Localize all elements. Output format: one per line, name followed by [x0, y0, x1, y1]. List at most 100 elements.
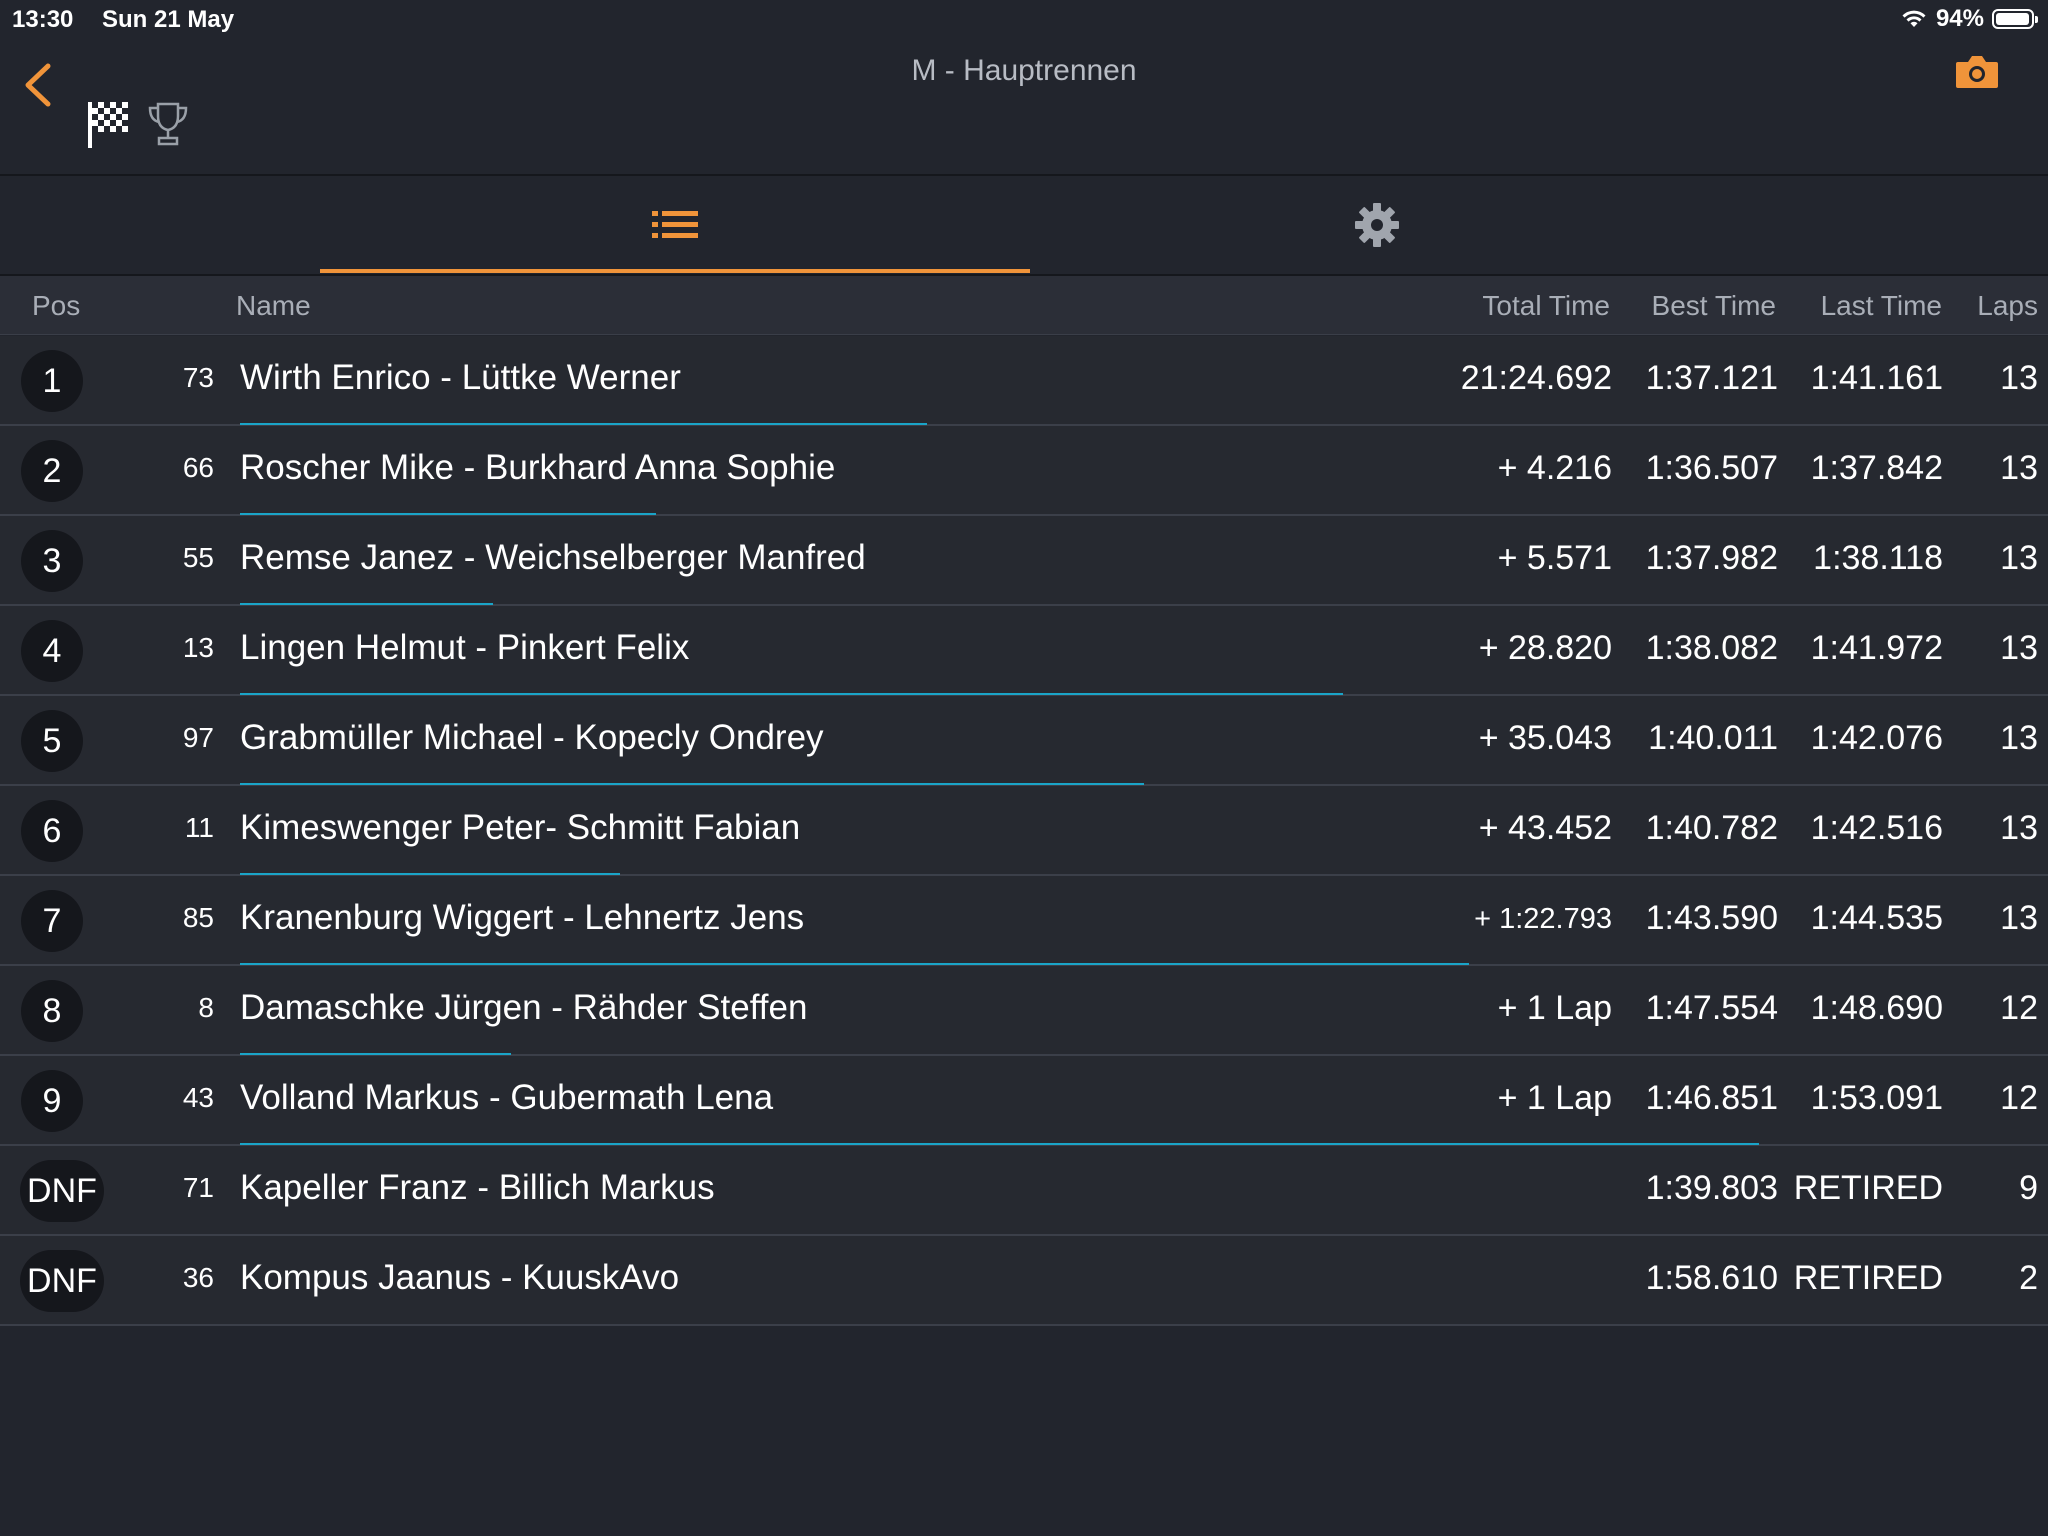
driver-names: Kimeswenger Peter- Schmitt Fabian — [240, 808, 801, 847]
position-badge: 2 — [21, 440, 83, 502]
driver-names: Kranenburg Wiggert - Lehnertz Jens — [240, 898, 805, 937]
position-badge: 9 — [21, 1070, 83, 1132]
total-time: + 43.452 — [1478, 809, 1612, 847]
total-time: + 28.820 — [1478, 629, 1612, 667]
last-time: 1:48.690 — [1810, 989, 1943, 1027]
status-bar: 13:30 Sun 21 May 94% — [0, 0, 2048, 40]
best-time: 1:37.121 — [1645, 359, 1778, 397]
total-time: + 4.216 — [1497, 449, 1612, 487]
battery-icon — [1992, 9, 2038, 29]
laps-count: 13 — [2000, 809, 2038, 847]
column-best-time: Best Time — [1651, 290, 1776, 321]
position-badge: 1 — [21, 350, 83, 412]
total-time: 21:24.692 — [1460, 359, 1612, 397]
last-time: 1:42.076 — [1810, 719, 1943, 757]
lap-progress-bar — [240, 1143, 1759, 1145]
car-number: 43 — [182, 1082, 214, 1113]
driver-names: Volland Markus - Gubermath Lena — [240, 1078, 774, 1117]
best-time: 1:37.982 — [1645, 539, 1778, 577]
car-number: 8 — [198, 992, 214, 1023]
total-time: + 1 Lap — [1497, 1079, 1612, 1117]
gear-icon — [1355, 203, 1399, 247]
checkered-flag-icon[interactable] — [86, 98, 132, 150]
position-badge: 7 — [21, 890, 83, 952]
lap-progress-bar — [240, 1053, 512, 1055]
lap-progress-bar — [240, 693, 1343, 695]
table-row[interactable]: 4 13 Lingen Helmut - Pinkert Felix + 28.… — [0, 606, 2048, 696]
driver-names: Grabmüller Michael - Kopecly Ondrey — [240, 718, 824, 757]
lap-progress-bar — [240, 873, 620, 875]
car-number: 73 — [182, 362, 214, 393]
active-tab-indicator — [320, 269, 1030, 273]
lap-progress-bar — [240, 513, 656, 515]
best-time: 1:43.590 — [1645, 899, 1778, 937]
car-number: 85 — [182, 902, 214, 933]
table-row[interactable]: 7 85 Kranenburg Wiggert - Lehnertz Jens … — [0, 876, 2048, 966]
table-row[interactable]: 3 55 Remse Janez - Weichselberger Manfre… — [0, 516, 2048, 606]
car-number: 97 — [182, 722, 214, 753]
list-icon — [652, 211, 698, 238]
position-badge: 6 — [21, 800, 83, 862]
driver-names: Roscher Mike - Burkhard Anna Sophie — [240, 448, 836, 487]
last-time: 1:41.161 — [1810, 359, 1943, 397]
car-number: 11 — [184, 812, 214, 843]
column-last-time: Last Time — [1820, 290, 1942, 321]
laps-count: 13 — [2000, 359, 2038, 397]
navigation-bar: M - Hauptrennen — [0, 40, 2048, 176]
lap-progress-bar — [240, 603, 494, 605]
driver-names: Lingen Helmut - Pinkert Felix — [240, 628, 690, 667]
table-row[interactable]: 6 11 Kimeswenger Peter- Schmitt Fabian +… — [0, 786, 2048, 876]
column-total-time: Total Time — [1482, 290, 1610, 321]
column-name: Name — [236, 290, 311, 321]
tab-results-list[interactable] — [320, 176, 1030, 274]
page-title: M - Hauptrennen — [911, 54, 1137, 87]
lap-progress-bar — [240, 423, 928, 425]
table-row[interactable]: 5 97 Grabmüller Michael - Kopecly Ondrey… — [0, 696, 2048, 786]
car-number: 66 — [182, 452, 214, 483]
position-badge: 4 — [21, 620, 83, 682]
tab-bar — [0, 176, 2048, 276]
best-time: 1:58.610 — [1645, 1259, 1778, 1297]
laps-count: 13 — [2000, 719, 2038, 757]
last-time: 1:44.535 — [1810, 899, 1943, 937]
car-number: 13 — [182, 632, 214, 663]
total-time: + 5.571 — [1497, 539, 1612, 577]
status-time: 13:30 — [12, 6, 74, 33]
table-row[interactable]: 9 43 Volland Markus - Gubermath Lena + 1… — [0, 1056, 2048, 1146]
total-time: + 35.043 — [1478, 719, 1612, 757]
last-time: RETIRED — [1793, 1259, 1943, 1297]
car-number: 55 — [182, 542, 214, 573]
table-row[interactable]: 1 73 Wirth Enrico - Lüttke Werner 21:24.… — [0, 336, 2048, 426]
driver-names: Wirth Enrico - Lüttke Werner — [240, 358, 681, 397]
tab-settings[interactable] — [1022, 176, 1732, 274]
last-time: 1:53.091 — [1810, 1079, 1943, 1117]
trophy-icon[interactable] — [146, 100, 190, 148]
lap-progress-bar — [240, 783, 1144, 785]
laps-count: 13 — [2000, 539, 2038, 577]
best-time: 1:40.782 — [1645, 809, 1778, 847]
table-row[interactable]: 8 8 Damaschke Jürgen - Rähder Steffen + … — [0, 966, 2048, 1056]
results-table-body: 1 73 Wirth Enrico - Lüttke Werner 21:24.… — [0, 336, 2048, 1326]
table-row[interactable]: 2 66 Roscher Mike - Burkhard Anna Sophie… — [0, 426, 2048, 516]
best-time: 1:46.851 — [1645, 1079, 1778, 1117]
car-number: 71 — [182, 1172, 214, 1203]
position-badge: 3 — [21, 530, 83, 592]
laps-count: 12 — [2000, 989, 2038, 1027]
best-time: 1:38.082 — [1645, 629, 1778, 667]
wifi-icon — [1902, 10, 1926, 27]
driver-names: Damaschke Jürgen - Rähder Steffen — [240, 988, 808, 1027]
driver-names: Kapeller Franz - Billich Markus — [240, 1168, 715, 1207]
last-time: 1:37.842 — [1810, 449, 1943, 487]
battery-percent: 94% — [1935, 5, 1984, 32]
status-date: Sun 21 May — [102, 6, 235, 33]
laps-count: 13 — [2000, 449, 2038, 487]
results-table-header: Pos Name Total Time Best Time Last Time … — [0, 276, 2048, 335]
camera-icon[interactable] — [1954, 52, 2000, 92]
last-time: 1:42.516 — [1810, 809, 1943, 847]
last-time: 1:41.972 — [1810, 629, 1943, 667]
laps-count: 12 — [2000, 1079, 2038, 1117]
position-badge: DNF — [20, 1160, 104, 1222]
table-row[interactable]: DNF 71 Kapeller Franz - Billich Markus 1… — [0, 1146, 2048, 1236]
table-row[interactable]: DNF 36 Kompus Jaanus - KuuskAvo 1:58.610… — [0, 1236, 2048, 1326]
best-time: 1:47.554 — [1645, 989, 1778, 1027]
